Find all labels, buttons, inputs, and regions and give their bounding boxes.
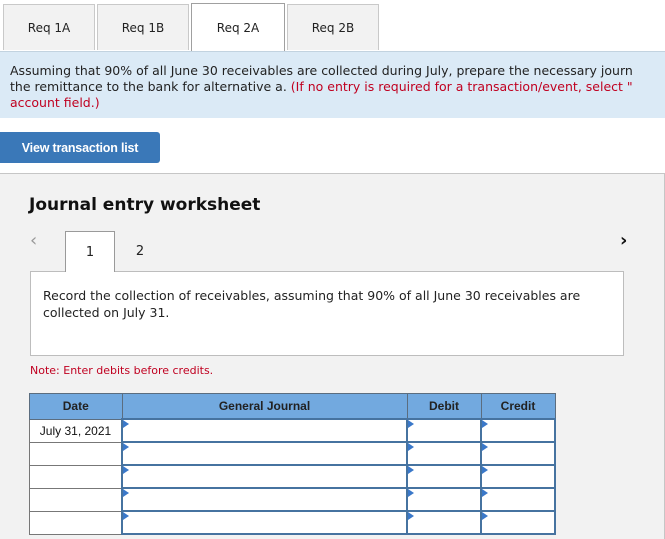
date-cell[interactable] [29, 510, 123, 535]
table-row: July 31, 2021 [29, 418, 556, 443]
entry-description: Record the collection of receivables, as… [30, 271, 624, 356]
date-cell[interactable] [29, 441, 123, 466]
debit-input[interactable] [406, 487, 482, 512]
table-row [29, 510, 556, 535]
debit-input[interactable] [406, 418, 482, 443]
debits-note: Note: Enter debits before credits. [30, 364, 214, 377]
credit-input[interactable] [480, 510, 556, 535]
tab-req-2b[interactable]: Req 2B [287, 4, 379, 50]
credit-input[interactable] [480, 464, 556, 489]
instructions-text: the remittance to the bank for alternati… [10, 79, 287, 94]
instructions-box: Assuming that 90% of all June 30 receiva… [0, 51, 665, 118]
worksheet-title: Journal entry worksheet [29, 195, 261, 215]
credit-input[interactable] [480, 487, 556, 512]
table-row [29, 487, 556, 512]
tab-req-1b[interactable]: Req 1B [97, 4, 189, 50]
journal-table: Date General Journal Debit Credit July 3… [29, 393, 556, 535]
instructions-line-3: account field.) [10, 95, 100, 110]
header-general-journal: General Journal [121, 393, 408, 420]
instructions-line-2: the remittance to the bank for alternati… [10, 79, 655, 95]
tab-req-1a[interactable]: Req 1A [3, 4, 95, 50]
chevron-left-icon[interactable]: ‹ [30, 230, 37, 251]
date-cell[interactable] [29, 464, 123, 489]
credit-input[interactable] [480, 441, 556, 466]
header-credit: Credit [480, 393, 556, 420]
journal-entry-worksheet: Journal entry worksheet ‹ 1 2 › Record t… [0, 173, 665, 539]
header-date: Date [29, 393, 123, 420]
chevron-right-icon[interactable]: › [620, 230, 627, 251]
table-row [29, 441, 556, 466]
debit-input[interactable] [406, 510, 482, 535]
instructions-line-1: Assuming that 90% of all June 30 receiva… [10, 63, 633, 78]
account-select[interactable] [121, 510, 408, 535]
journal-header-row: Date General Journal Debit Credit [29, 393, 556, 420]
credit-input[interactable] [480, 418, 556, 443]
table-row [29, 464, 556, 489]
instructions-hint: (If no entry is required for a transacti… [286, 79, 633, 94]
account-select[interactable] [121, 464, 408, 489]
date-cell: July 31, 2021 [29, 418, 123, 443]
tab-req-2a[interactable]: Req 2A [191, 3, 285, 51]
entry-tab-2[interactable]: 2 [115, 231, 165, 271]
account-select[interactable] [121, 441, 408, 466]
requirement-tabs: Req 1A Req 1B Req 2A Req 2B [0, 0, 665, 51]
header-debit: Debit [406, 393, 482, 420]
account-select[interactable] [121, 487, 408, 512]
date-cell[interactable] [29, 487, 123, 512]
account-select[interactable] [121, 418, 408, 443]
debit-input[interactable] [406, 464, 482, 489]
debit-input[interactable] [406, 441, 482, 466]
entry-tab-1[interactable]: 1 [65, 231, 115, 272]
view-transaction-list-button[interactable]: View transaction list [0, 132, 160, 163]
